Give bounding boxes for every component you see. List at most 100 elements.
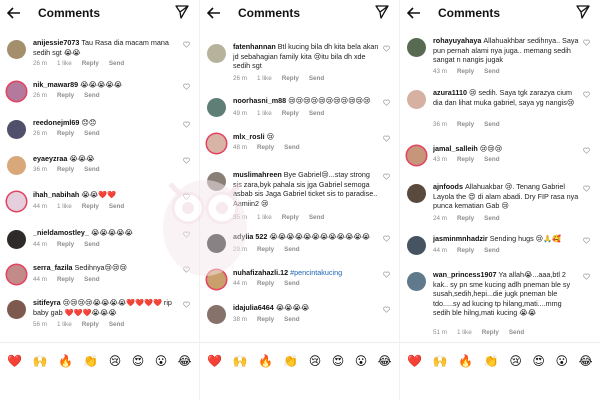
comment-username[interactable]: anijessie7073 [33,38,79,47]
emoji-clap[interactable]: 👏 [283,355,298,367]
comment-username[interactable]: reedonejml69 [33,118,79,127]
like-heart-icon[interactable] [583,273,590,280]
avatar[interactable] [207,234,226,253]
comment-likes[interactable]: 1 like [257,214,272,221]
send-button[interactable]: Send [284,280,299,287]
like-heart-icon[interactable] [183,193,190,200]
avatar[interactable] [7,300,26,319]
like-heart-icon[interactable] [183,266,190,273]
comment-username[interactable]: wan_princess1907 [433,270,497,279]
comment-username[interactable]: rohayuyahaya [433,36,481,45]
emoji-heart-eyes[interactable]: 😍 [132,355,145,367]
send-button[interactable]: Send [484,156,499,163]
emoji-fire[interactable]: 🔥 [458,355,473,367]
avatar[interactable] [7,120,26,139]
like-heart-icon[interactable] [183,121,190,128]
emoji-heart[interactable]: ❤️ [407,355,422,367]
avatar[interactable] [407,236,426,255]
like-heart-icon[interactable] [583,147,590,154]
comment-username[interactable]: mlx_rosli [233,132,265,141]
avatar[interactable] [7,230,26,249]
send-button[interactable]: Send [309,214,324,221]
send-button[interactable]: Send [109,60,124,67]
send-button[interactable]: Send [84,241,99,248]
comment-likes[interactable]: 1 like [457,329,472,336]
emoji-fire[interactable]: 🔥 [258,355,273,367]
avatar[interactable] [7,82,26,101]
reply-button[interactable]: Reply [282,110,299,117]
avatar[interactable] [7,40,26,59]
back-arrow-icon[interactable] [406,5,422,21]
like-heart-icon[interactable] [383,306,390,313]
reply-button[interactable]: Reply [282,214,299,221]
reply-button[interactable]: Reply [57,92,74,99]
comment-username[interactable]: _nieldamostley_ [33,228,89,237]
avatar[interactable] [7,192,26,211]
reply-button[interactable]: Reply [282,75,299,82]
like-heart-icon[interactable] [383,235,390,242]
send-button[interactable]: Send [309,110,324,117]
emoji-raised-hands[interactable]: 🙌 [33,355,48,367]
emoji-crying[interactable]: 😢 [309,355,322,367]
avatar[interactable] [7,265,26,284]
reply-button[interactable]: Reply [457,68,474,75]
back-arrow-icon[interactable] [206,5,222,21]
reply-button[interactable]: Reply [57,130,74,137]
like-heart-icon[interactable] [183,83,190,90]
like-heart-icon[interactable] [183,41,190,48]
reply-button[interactable]: Reply [82,60,99,67]
reply-button[interactable]: Reply [457,121,474,128]
reply-button[interactable]: Reply [482,329,499,336]
comment-username[interactable]: nuhafizahazli.12 [233,268,288,277]
like-heart-icon[interactable] [583,185,590,192]
like-heart-icon[interactable] [583,237,590,244]
comment-username[interactable]: idajulia6464 [233,303,274,312]
comment-username[interactable]: ihah_nabihah [33,190,79,199]
comment-username[interactable]: muslimahreen [233,170,282,179]
comment-username[interactable]: jasminmnhadzir [433,234,488,243]
avatar[interactable] [407,90,426,109]
send-button[interactable]: Send [284,316,299,323]
avatar[interactable] [7,156,26,175]
comment-username[interactable]: adylia 522 [233,232,267,241]
send-button[interactable]: Send [309,75,324,82]
send-button[interactable]: Send [484,215,499,222]
send-button[interactable]: Send [484,121,499,128]
like-heart-icon[interactable] [383,45,390,52]
send-button[interactable]: Send [284,246,299,253]
reply-button[interactable]: Reply [457,247,474,254]
like-heart-icon[interactable] [383,99,390,106]
emoji-clap[interactable]: 👏 [484,355,499,367]
comment-username[interactable]: fatenhannan [233,42,276,51]
send-button[interactable]: Send [484,247,499,254]
reply-button[interactable]: Reply [82,203,99,210]
comment-likes[interactable]: 1 like [57,203,72,210]
avatar[interactable] [207,172,226,191]
avatar[interactable] [407,146,426,165]
comment-username[interactable]: ajnfoods [433,182,463,191]
send-button[interactable]: Send [84,166,99,173]
like-heart-icon[interactable] [583,39,590,46]
reply-button[interactable]: Reply [57,166,74,173]
comment-username[interactable]: azura1110 [433,88,467,97]
reply-button[interactable]: Reply [57,241,74,248]
like-heart-icon[interactable] [383,173,390,180]
reply-button[interactable]: Reply [457,215,474,222]
avatar[interactable] [407,184,426,203]
like-heart-icon[interactable] [583,91,590,98]
emoji-heart[interactable]: ❤️ [207,355,222,367]
like-heart-icon[interactable] [183,157,190,164]
comment-likes[interactable]: 1 like [257,110,272,117]
emoji-heart-eyes[interactable]: 😍 [332,355,345,367]
send-button[interactable]: Send [509,329,524,336]
emoji-laughing[interactable]: 😂 [378,355,392,367]
reply-button[interactable]: Reply [257,316,274,323]
send-button[interactable]: Send [284,144,299,151]
emoji-laughing[interactable]: 😂 [178,355,192,367]
comment-username[interactable]: jamal_salleih [433,144,478,153]
comment-username[interactable]: serra_fazila [33,263,73,272]
avatar[interactable] [207,44,226,63]
emoji-laughing[interactable]: 😂 [579,355,593,367]
comment-username[interactable]: eyaeyzraa [33,154,67,163]
direct-send-icon[interactable] [175,5,191,21]
